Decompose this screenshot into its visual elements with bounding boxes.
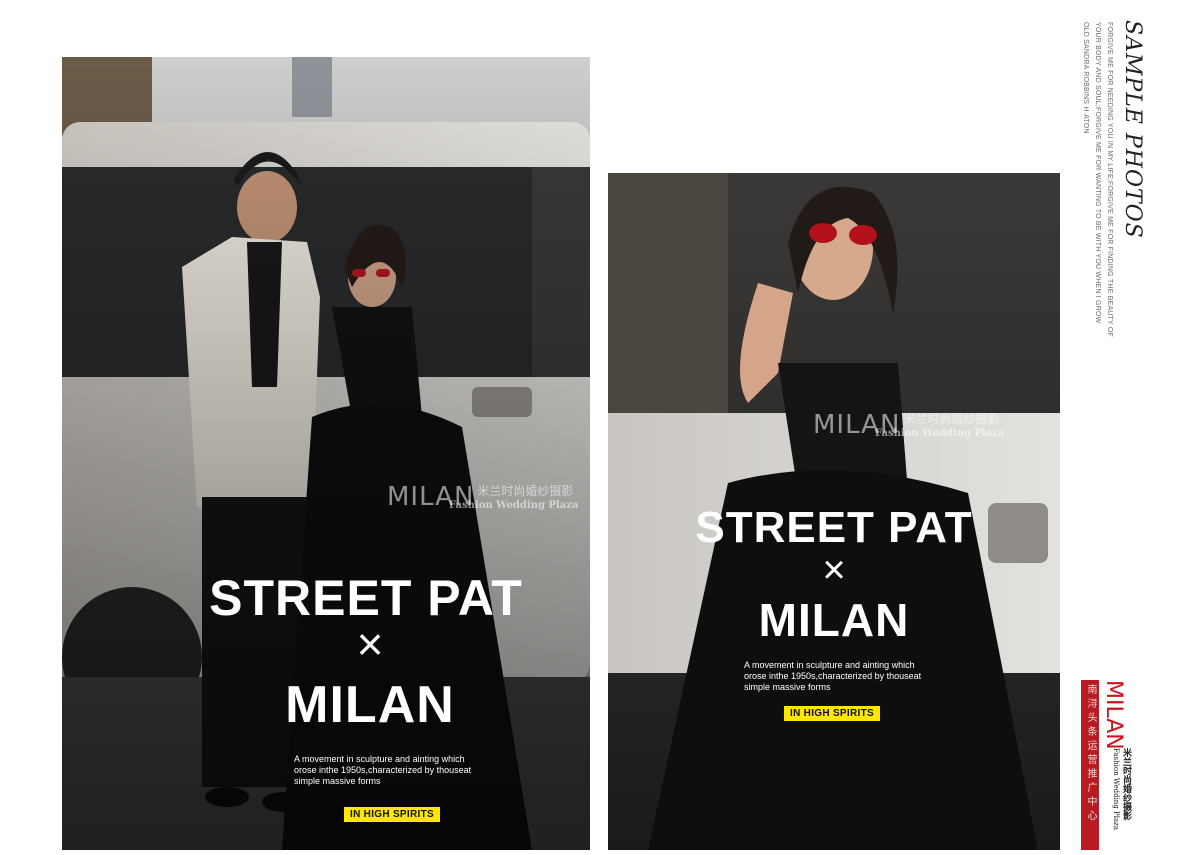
watermark: MILAN 米兰时尚婚纱摄影 Fashion Wedding Plaza bbox=[387, 482, 579, 512]
photo2-title: STREET PAT bbox=[695, 503, 973, 552]
watermark-cn: 米兰时尚婚纱摄影 bbox=[477, 484, 574, 498]
sample-photos-title: SAMPLE PHOTOS bbox=[1120, 20, 1145, 239]
side-text-line-2: YOUR BODY AND SOUL;FORGIVE ME FOR WANTIN… bbox=[1094, 22, 1101, 324]
photo1-subtitle: MILAN bbox=[285, 676, 455, 734]
cross-icon: × bbox=[356, 618, 384, 670]
brand-logo: 南浔头条运营推广中心 MILAN 米兰时尚婚纱摄影 Fashion Weddin… bbox=[1081, 680, 1132, 850]
cross-icon: × bbox=[822, 548, 846, 592]
photo1-tag: IN HIGH SPIRITS bbox=[344, 807, 440, 822]
watermark-en: Fashion Wedding Plaza bbox=[449, 500, 579, 511]
photo2-subtitle: MILAN bbox=[758, 594, 910, 646]
photo1-description: A movement in sculpture and ainting whic… bbox=[294, 754, 472, 786]
side-text-line-3: OLD SANDRA ROBBINS H·ATON bbox=[1082, 22, 1089, 134]
side-text-line-1: FORGIVE ME FOR NEEDING YOU IN MY LIFE;FO… bbox=[1106, 22, 1113, 337]
logo-en: Fashion Wedding Plaza bbox=[1112, 748, 1120, 831]
photo-couple: MILAN 米兰时尚婚纱摄影 Fashion Wedding Plaza STRE… bbox=[62, 57, 590, 850]
photo2-description: A movement in sculpture and ainting whic… bbox=[744, 660, 922, 692]
watermark-en: Fashion Wedding Plaza bbox=[875, 428, 1005, 439]
photo2-tag: IN HIGH SPIRITS bbox=[784, 706, 880, 721]
logo-cn: 米兰时尚婚纱摄影 bbox=[1122, 748, 1132, 820]
logo-brand: MILAN bbox=[1101, 680, 1126, 750]
photo-bride: MILAN 米兰时尚婚纱摄影 Fashion Wedding Plaza STRE… bbox=[608, 173, 1060, 850]
seal-text: 南浔头条运营推广中心 bbox=[1085, 684, 1096, 824]
watermark: MILAN 米兰时尚婚纱摄影 Fashion Wedding Plaza bbox=[813, 410, 1005, 440]
watermark-cn: 米兰时尚婚纱摄影 bbox=[903, 412, 1000, 426]
